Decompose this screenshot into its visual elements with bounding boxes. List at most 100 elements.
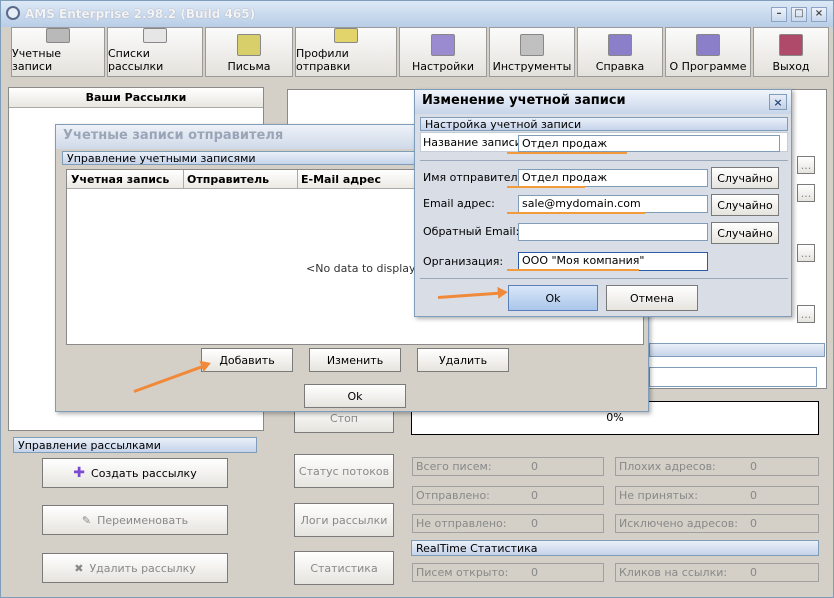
reply-email-label: Обратный Email: [423,225,520,238]
ellipsis-button[interactable]: ... [797,305,815,323]
counter-opened: Писем открыто: 0 [412,563,604,582]
ellipsis-button[interactable]: ... [797,156,815,174]
accounts-icon [46,28,70,43]
accounts-ok-button[interactable]: Ok [304,384,406,408]
mailings-list-header[interactable]: Ваши Рассылки [9,88,263,108]
mailing-management-header: Управление рассылками [13,437,257,453]
progress-percent: 0% [606,411,624,424]
delete-icon: ✖ [74,561,84,575]
create-mailing-button[interactable]: ✚ Создать рассылку [42,458,228,488]
toolbar-label: Письма [227,60,271,73]
thread-status-button[interactable]: Статус потоков [294,454,394,488]
counter-value: 0 [531,566,538,579]
toolbar-exit-button[interactable]: Выход [753,27,829,77]
highlight-underline [507,212,645,214]
realtime-header: RealTime Статистика [411,540,819,556]
toolbar-letters-button[interactable]: Письма [205,27,293,77]
toolbar-label: Учетные записи [12,47,62,73]
counter-label: Не отправлено: [416,517,507,530]
rename-mailing-button[interactable]: ✎ Переименовать [42,505,228,535]
column-header-sender[interactable]: Отправитель [187,173,269,186]
counter-label: Отправлено: [416,489,490,502]
account-name-field[interactable]: Отдел продаж [518,135,780,152]
column-divider [297,170,298,189]
toolbar-label: Настройки [411,60,475,73]
toolbar-help-button[interactable]: Справка [577,27,663,77]
toolbar-label: О Программе [669,60,747,73]
plus-icon: ✚ [73,465,86,481]
account-settings-header: Настройка учетной записи [420,117,788,131]
profile-icon [334,28,358,43]
sender-name-label: Имя отправителя: [423,171,528,184]
toolbar-profiles-button[interactable]: Профили отправки [295,27,397,77]
dialog-title: Изменение учетной записи [415,90,791,114]
toolbar-tools-button[interactable]: Инструменты [489,27,575,77]
toolbar-label: Инструменты [492,60,572,73]
delete-mailing-label: Удалить рассылку [89,561,196,575]
delete-mailing-button[interactable]: ✖ Удалить рассылку [42,553,228,583]
counter-total: Всего писем: 0 [412,457,604,476]
letter-icon [237,34,261,56]
highlight-underline [507,152,627,154]
edit-cancel-button[interactable]: Отмена [606,285,698,311]
random-reply-button[interactable]: Случайно [711,222,779,244]
maximize-button[interactable]: □ [791,7,807,22]
progress-field [649,367,817,387]
counter-rejected: Не принятых: 0 [615,486,819,505]
counter-value: 0 [531,460,538,473]
column-header-email[interactable]: E-Mail адрес [301,173,381,186]
column-divider [183,170,184,189]
counter-label: Всего писем: [416,460,492,473]
toolbar-label: Справка [595,60,645,73]
counter-sent: Отправлено: 0 [412,486,604,505]
sender-name-field[interactable]: Отдел продаж [518,169,708,187]
statistics-button[interactable]: Статистика [294,551,394,585]
close-button[interactable]: × [811,7,827,22]
title-bar: AMS Enterprise 2.98.2 (Build 465) – □ × [1,1,833,27]
mailing-logs-button[interactable]: Логи рассылки [294,503,394,537]
counter-label: Писем открыто: [416,566,509,579]
random-email-button[interactable]: Случайно [711,194,779,216]
toolbar-label: Списки рассылки [108,47,164,73]
counter-value: 0 [531,489,538,502]
column-header-account[interactable]: Учетная запись [71,173,169,186]
divider [420,278,788,279]
ellipsis-button[interactable]: ... [797,184,815,202]
list-icon [143,28,167,43]
empty-grid-message: <No data to display> [306,262,425,275]
toolbar-settings-button[interactable]: Настройки [399,27,487,77]
random-sender-button[interactable]: Случайно [711,167,779,189]
close-dialog-button[interactable]: × [769,94,787,110]
counter-label: Исключено адресов: [619,517,738,530]
help-icon [608,34,632,56]
counter-value: 0 [750,517,757,530]
toolbar: Учетные записи Списки рассылки Письма Пр… [11,27,831,79]
right-section-header [649,343,825,357]
minimize-button[interactable]: – [771,7,787,22]
reply-email-field[interactable] [518,223,708,241]
add-account-button[interactable]: Добавить [201,348,293,372]
counter-bad: Плохих адресов: 0 [615,457,819,476]
counter-label: Не принятых: [619,489,698,502]
edit-account-button[interactable]: Изменить [309,348,401,372]
counter-excluded: Исключено адресов: 0 [615,514,819,533]
counter-unsent: Не отправлено: 0 [412,514,604,533]
toolbar-about-button[interactable]: О Программе [665,27,751,77]
tools-icon [520,34,544,56]
ellipsis-button[interactable]: ... [797,244,815,262]
toolbar-label: Профили отправки [296,47,351,73]
email-field[interactable]: sale@mydomain.com [518,195,708,213]
toolbar-accounts-button[interactable]: Учетные записи [11,27,105,77]
create-mailing-label: Создать рассылку [91,466,197,480]
rename-mailing-label: Переименовать [97,513,189,527]
toolbar-lists-button[interactable]: Списки рассылки [107,27,203,77]
toolbar-label: Выход [772,60,810,73]
edit-ok-button[interactable]: Ok [508,285,598,311]
edit-icon: ✎ [81,513,92,527]
counter-label: Кликов на ссылки: [619,566,728,579]
delete-account-button[interactable]: Удалить [417,348,509,372]
counter-value: 0 [750,489,757,502]
window-title: AMS Enterprise 2.98.2 (Build 465) [25,7,256,21]
edit-account-dialog: Изменение учетной записи × Настройка уче… [414,89,792,317]
gear-icon [431,34,455,56]
